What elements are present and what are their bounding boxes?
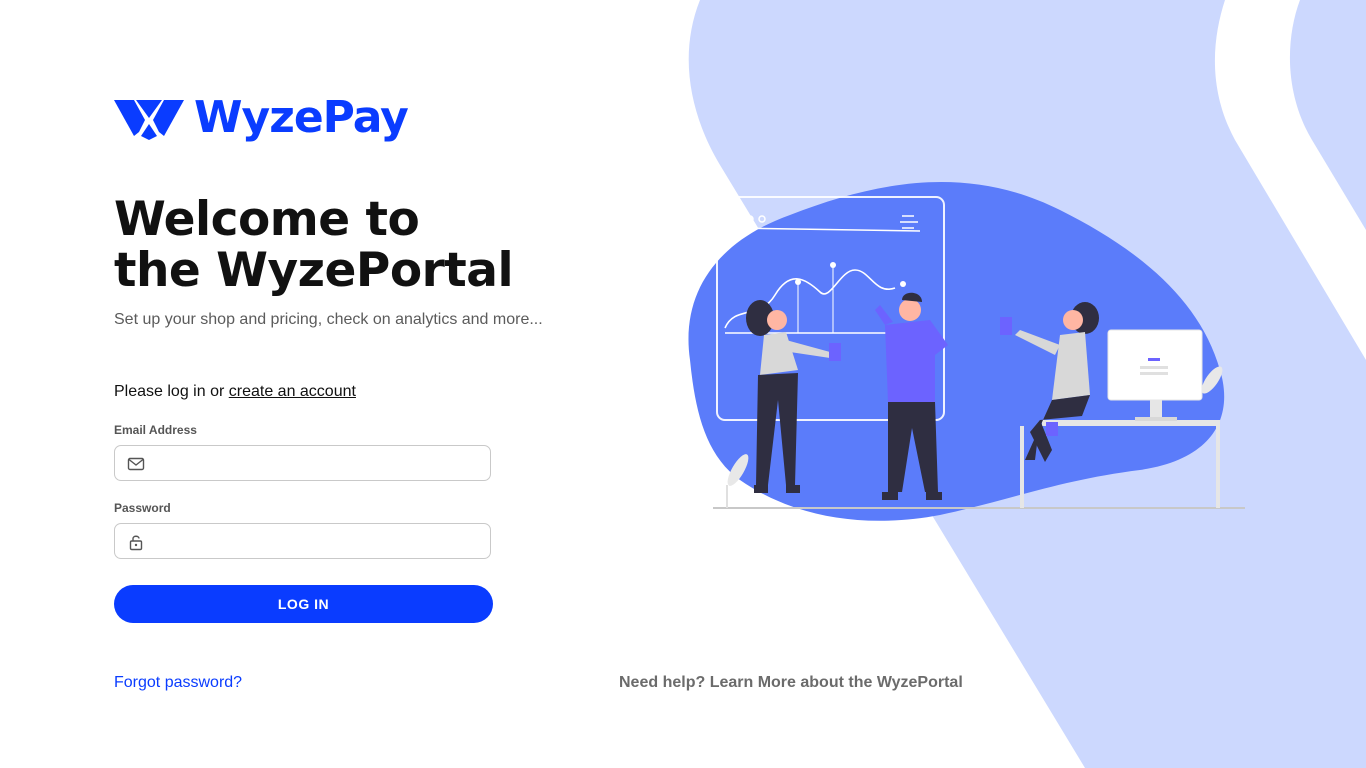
login-prompt-text: Please log in or [114,383,225,400]
password-input[interactable] [155,524,484,560]
login-button[interactable]: LOG IN [114,585,493,623]
mail-icon [127,457,145,471]
background-swoosh-shape [1289,0,1366,230]
wyzepay-logo-icon [114,100,184,140]
learn-more-link[interactable]: Learn More about the WyzePortal [710,674,963,691]
login-prompt: Please log in or create an account [114,383,356,401]
email-input[interactable] [155,446,484,482]
create-account-link[interactable]: create an account [229,383,356,400]
help-footer: Need help? Learn More about the WyzePort… [619,674,963,692]
brand-logo[interactable]: WyzePay [114,92,409,144]
page-subtitle: Set up your shop and pricing, check on a… [114,311,543,328]
help-text: Need help? [619,674,706,691]
forgot-password-link[interactable]: Forgot password? [114,674,242,692]
email-label: Email Address [114,423,197,437]
lock-icon [129,535,143,551]
page-title-line2: the WyzePortal [114,243,514,298]
email-field[interactable] [114,445,491,482]
page-title: Welcome to the WyzePortal [114,192,514,298]
brand-name: WyzePay [194,92,409,143]
password-field[interactable] [114,523,491,560]
page-title-line1: Welcome to [114,192,420,247]
password-label: Password [114,501,171,515]
team-illustration [688,182,1245,521]
